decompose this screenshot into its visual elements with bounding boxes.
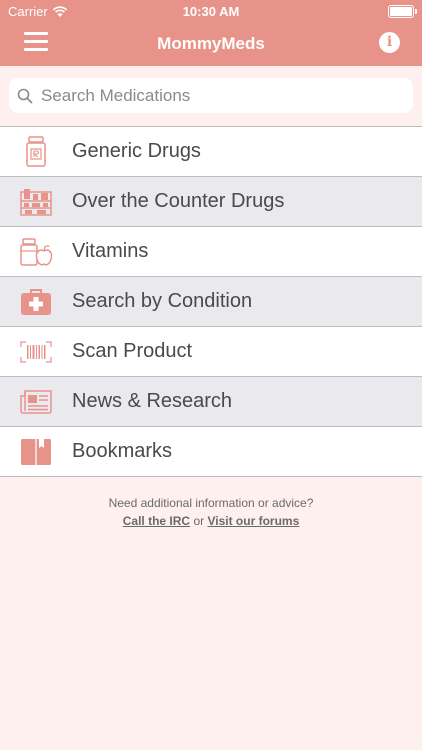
pharmacy-shelf-icon xyxy=(0,177,72,226)
menu-item-vitamins[interactable]: Vitamins xyxy=(0,226,422,276)
menu-item-generic-drugs[interactable]: Generic Drugs xyxy=(0,126,422,176)
menu-item-label: News & Research xyxy=(72,390,233,412)
help-footer: Need additional information or advice? C… xyxy=(0,496,422,528)
menu-item-news-research[interactable]: News & Research xyxy=(0,376,422,426)
menu-item-search-by-condition[interactable]: Search by Condition xyxy=(0,276,422,326)
book-bookmark-icon xyxy=(0,427,72,476)
search-icon xyxy=(17,88,33,103)
search-bar[interactable] xyxy=(9,78,413,113)
search-input[interactable] xyxy=(39,84,383,107)
status-time: 10:30 AM xyxy=(182,4,240,19)
help-prompt: Need additional information or advice? xyxy=(108,496,314,510)
pill-bottle-icon xyxy=(0,127,72,176)
menu-item-label: Generic Drugs xyxy=(72,140,201,162)
menu-item-label: Over the Counter Drugs xyxy=(72,190,285,212)
link-separator: or xyxy=(193,514,205,528)
menu-item-label: Scan Product xyxy=(72,340,193,362)
menu-item-label: Vitamins xyxy=(72,240,149,262)
battery-icon xyxy=(388,5,417,18)
call-irc-link[interactable]: Call the IRC xyxy=(123,514,190,528)
first-aid-kit-icon xyxy=(0,277,72,326)
menu-item-label: Search by Condition xyxy=(72,290,253,312)
menu-item-otc-drugs[interactable]: Over the Counter Drugs xyxy=(0,176,422,226)
page-title: MommyMeds xyxy=(157,34,265,53)
search-area xyxy=(0,66,422,126)
main-menu: Generic Drugs Over the Counter Drugs Vit… xyxy=(0,126,422,477)
visit-forums-link[interactable]: Visit our forums xyxy=(207,514,299,528)
help-links: Call the IRC or Visit our forums xyxy=(0,514,422,528)
menu-item-scan-product[interactable]: Scan Product xyxy=(0,326,422,376)
newspaper-icon xyxy=(0,377,72,426)
status-bar: Carrier 10:30 AM xyxy=(0,0,422,22)
menu-item-label: Bookmarks xyxy=(72,440,173,462)
navbar: MommyMeds i xyxy=(0,22,422,66)
info-icon[interactable]: i xyxy=(379,32,400,53)
vitamins-apple-icon xyxy=(0,227,72,276)
menu-item-bookmarks[interactable]: Bookmarks xyxy=(0,426,422,477)
app-header: Carrier 10:30 AM MommyMeds i xyxy=(0,0,422,66)
barcode-icon xyxy=(0,327,72,376)
